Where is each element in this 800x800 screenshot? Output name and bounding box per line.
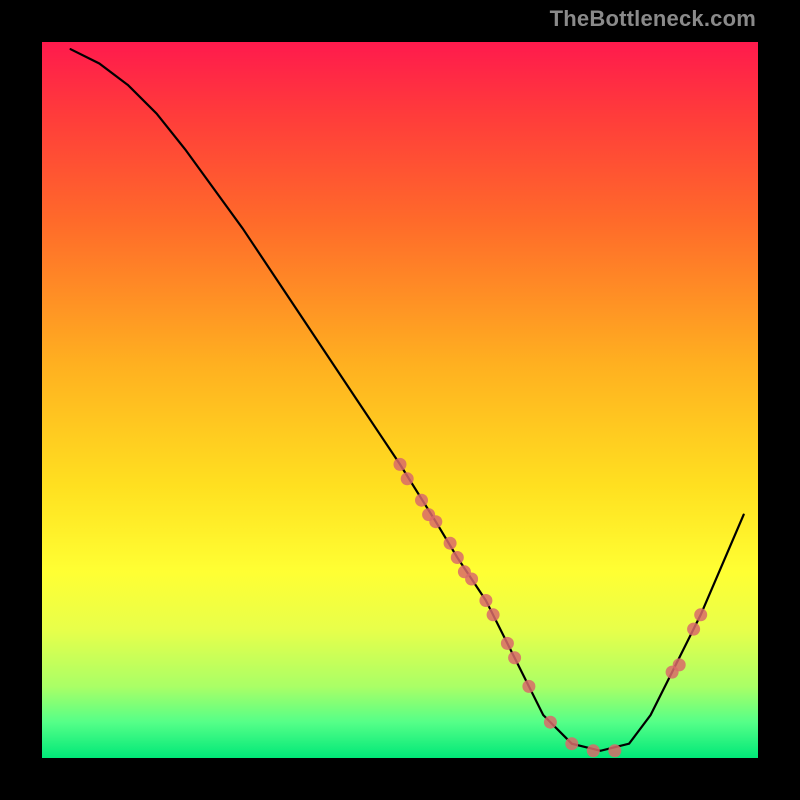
data-point [544, 716, 557, 729]
data-points-group [394, 458, 708, 757]
data-point [687, 623, 700, 636]
bottleneck-curve [71, 49, 744, 751]
data-point [401, 472, 414, 485]
data-point [694, 608, 707, 621]
data-point [394, 458, 407, 471]
chart-frame: { "watermark": "TheBottleneck.com", "cha… [0, 0, 800, 800]
data-point [501, 637, 514, 650]
data-point [479, 594, 492, 607]
data-point [508, 651, 521, 664]
chart-svg [42, 42, 758, 758]
data-point [487, 608, 500, 621]
data-point [444, 537, 457, 550]
data-point [587, 744, 600, 757]
data-point [429, 515, 442, 528]
data-point [415, 494, 428, 507]
data-point [451, 551, 464, 564]
data-point [522, 680, 535, 693]
watermark-text: TheBottleneck.com [550, 6, 756, 32]
data-point [673, 658, 686, 671]
data-point [465, 573, 478, 586]
data-point [608, 744, 621, 757]
data-point [565, 737, 578, 750]
